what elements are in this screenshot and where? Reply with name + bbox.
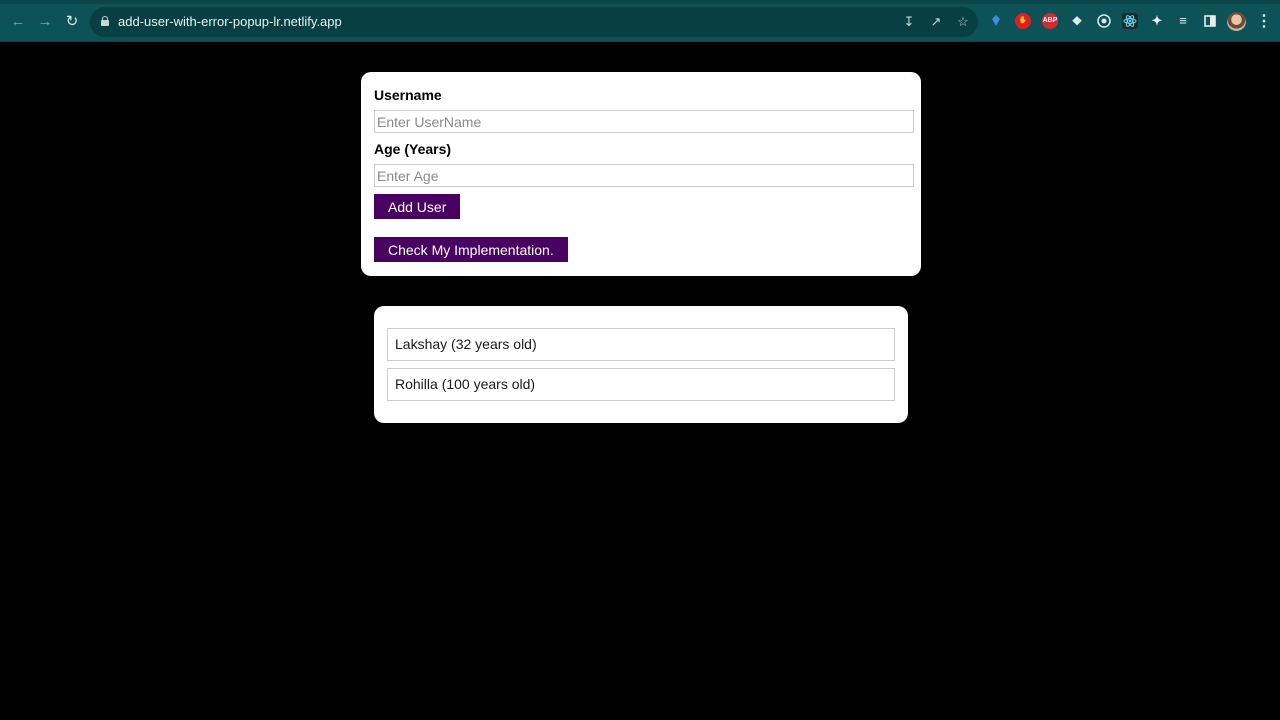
puzzle-icon[interactable]: ✦ (1149, 13, 1165, 29)
arrow-left-icon[interactable]: ← (8, 12, 28, 32)
browser-toolbar: ← → ↻ add-user-with-error-popup-lr.netli… (0, 0, 1280, 42)
age-label: Age (Years) (374, 141, 452, 157)
diamond-extension-icon[interactable] (988, 13, 1004, 29)
reading-list-icon[interactable]: ≡ (1175, 13, 1191, 29)
side-panel-icon[interactable] (1202, 13, 1218, 29)
star-icon[interactable]: ☆ (954, 13, 972, 31)
lock-icon[interactable] (101, 16, 109, 26)
more-vert-icon[interactable]: ⋮ (1256, 12, 1272, 32)
check-implementation-button[interactable]: Check My Implementation. (374, 237, 568, 262)
list-item[interactable]: Rohilla (100 years old) (387, 368, 895, 401)
move-extension-icon[interactable]: ❖ (1069, 13, 1085, 29)
users-list: Lakshay (32 years old) Rohilla (100 year… (374, 306, 908, 423)
adblock-extension-icon[interactable]: ABP (1042, 13, 1058, 29)
list-item[interactable]: Lakshay (32 years old) (387, 328, 895, 361)
add-user-button[interactable]: Add User (374, 194, 461, 219)
add-user-form: Username Age (Years) Add User Check My I… (361, 72, 921, 276)
tab-strip-edge (0, 0, 1280, 4)
arrow-right-icon[interactable]: → (35, 12, 55, 32)
react-extension-icon[interactable] (1122, 13, 1138, 29)
profile-avatar[interactable] (1227, 12, 1246, 31)
target-extension-icon[interactable] (1096, 13, 1112, 29)
username-input[interactable] (374, 110, 914, 133)
age-input[interactable] (374, 164, 914, 187)
reload-icon[interactable]: ↻ (62, 12, 82, 32)
hand-extension-icon[interactable]: ✋ (1015, 13, 1031, 29)
address-bar[interactable]: add-user-with-error-popup-lr.netlify.app… (90, 7, 978, 37)
install-icon[interactable]: ↧ (900, 13, 918, 31)
share-icon[interactable]: ↗ (927, 13, 945, 31)
url-text[interactable]: add-user-with-error-popup-lr.netlify.app (118, 14, 342, 29)
username-label: Username (374, 87, 442, 103)
